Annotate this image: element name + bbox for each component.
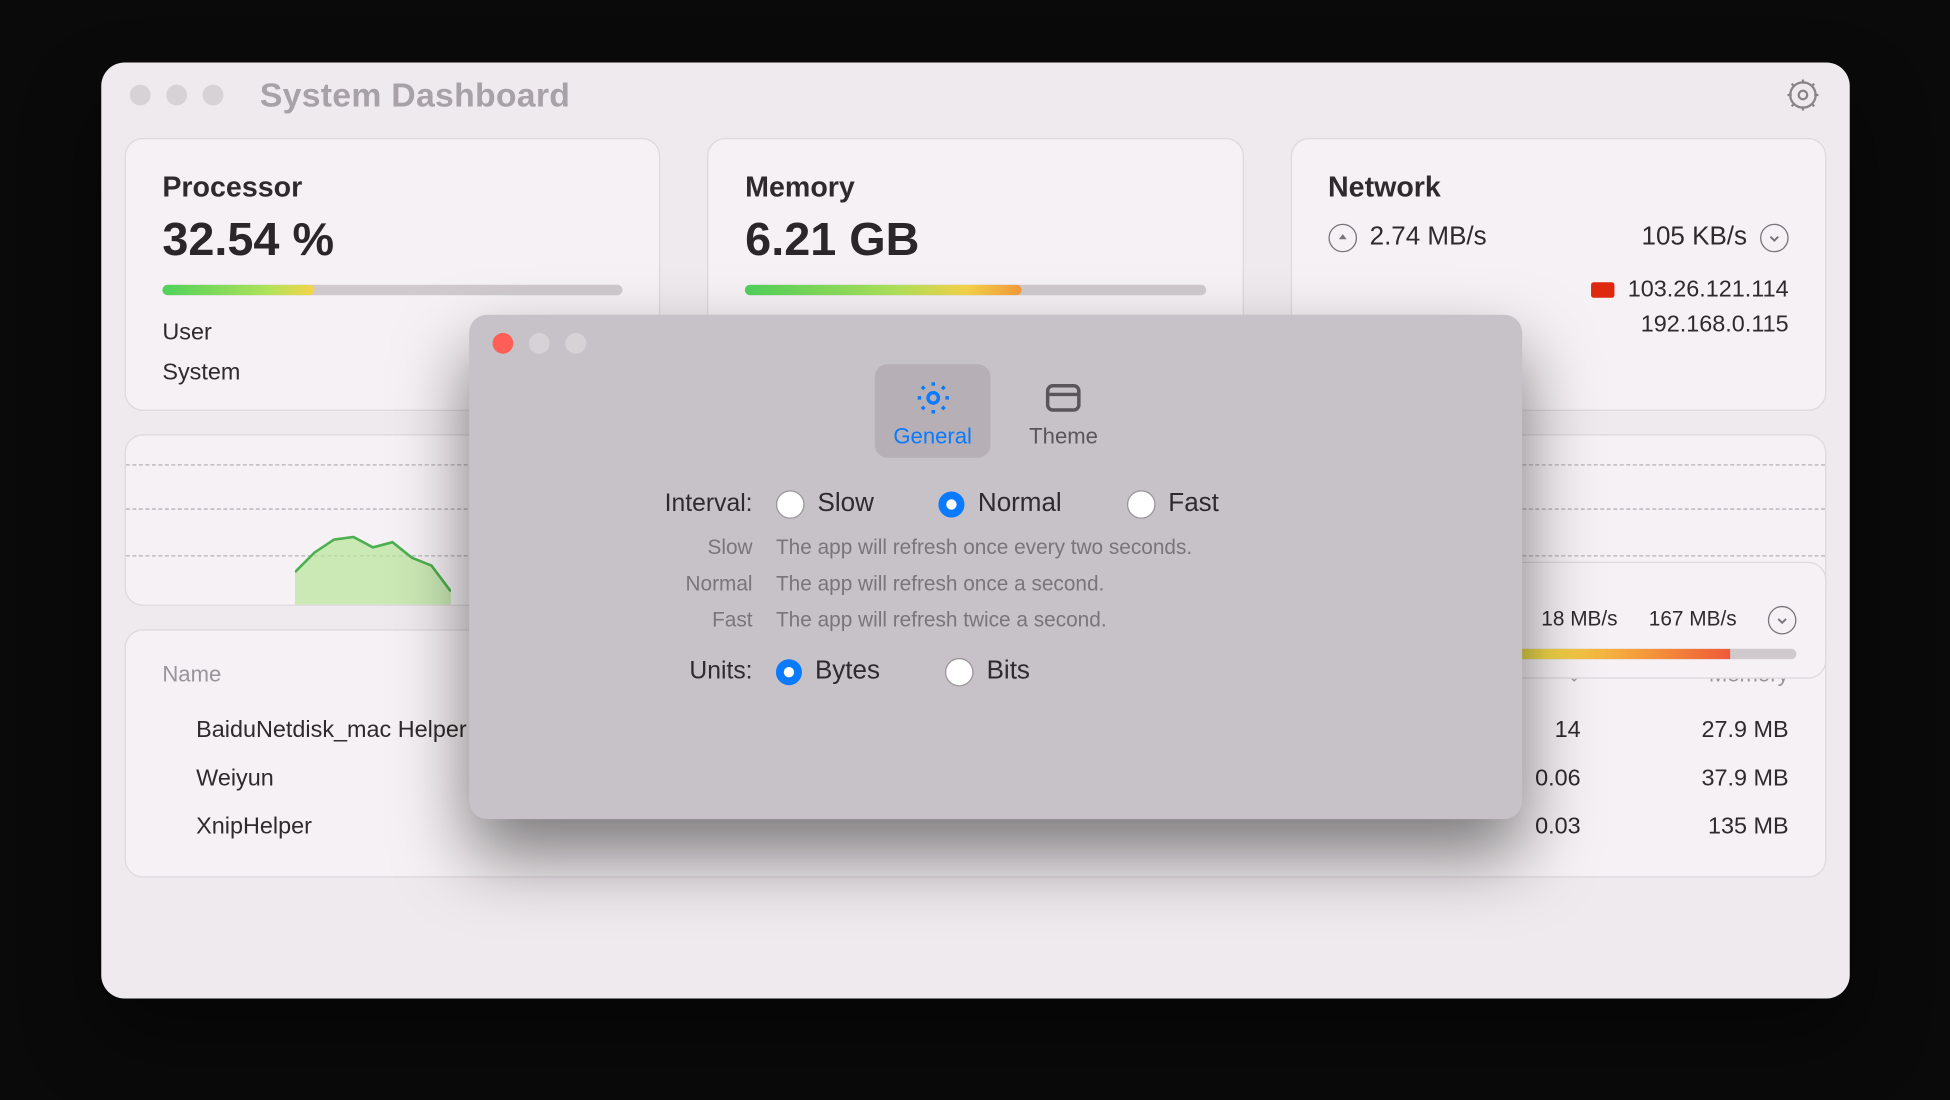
desc-val: The app will refresh once every two seco… [775,537,1464,560]
radio-icon [944,657,973,686]
tab-general[interactable]: General [875,364,990,458]
option-label: Normal [977,489,1061,519]
close-icon[interactable] [129,85,150,106]
processor-bar [162,285,623,295]
option-label: Bits [986,657,1029,687]
tab-label: Theme [1029,424,1098,450]
flag-icon [1591,282,1614,298]
page-title: System Dashboard [259,75,569,115]
main-titlebar: System Dashboard [101,63,1850,128]
radio-icon [1126,490,1155,519]
process-mem: 27.9 MB [1580,716,1788,743]
settings-button[interactable] [1784,77,1820,113]
gear-icon [911,377,953,419]
units-label: Units: [526,657,752,686]
traffic-lights [129,85,223,106]
option-label: Bytes [814,657,879,687]
units-bytes-option[interactable]: Bytes [775,657,879,687]
gear-icon [1786,78,1820,112]
desc-key: Fast [526,610,752,633]
tab-label: General [893,424,972,450]
processor-value: 32.54 % [162,212,623,267]
download-rate: 105 KB/s [1641,222,1747,252]
memory-bar [745,285,1206,295]
zoom-icon[interactable] [202,85,223,106]
zoom-icon[interactable] [565,333,586,354]
upload-rate: 2.74 MB/s [1369,222,1486,252]
desc-key: Normal [526,573,752,596]
units-bits-option[interactable]: Bits [944,657,1029,687]
disk-write-rate: 167 MB/s [1648,609,1736,632]
interval-fast-option[interactable]: Fast [1126,489,1218,519]
disk-read-rate: 18 MB/s [1541,609,1617,632]
interval-label: Interval: [526,490,752,519]
upload-icon [1328,223,1357,252]
desc-val: The app will refresh once a second. [775,573,1464,596]
preferences-window: General Theme Interval: Slow Normal [469,315,1522,819]
local-ip: 192.168.0.115 [1640,311,1788,338]
public-ip: 103.26.121.114 [1627,276,1788,303]
processor-title: Processor [162,170,623,204]
interval-normal-option[interactable]: Normal [938,489,1061,519]
chevron-down-icon[interactable] [1767,606,1796,635]
window-icon [1042,377,1084,419]
minimize-icon[interactable] [166,85,187,106]
option-label: Slow [817,489,873,519]
desc-key: Slow [526,537,752,560]
memory-value: 6.21 GB [745,212,1206,267]
network-title: Network [1328,170,1789,204]
desc-val: The app will refresh twice a second. [775,610,1464,633]
chevron-down-icon[interactable] [1760,223,1789,252]
memory-title: Memory [745,170,1206,204]
radio-checked-icon [938,491,964,517]
tab-theme[interactable]: Theme [1010,364,1115,458]
option-label: Fast [1168,489,1219,519]
cpu-sparkline [294,514,450,605]
interval-slow-option[interactable]: Slow [775,489,873,519]
process-mem: 37.9 MB [1580,765,1788,792]
interval-descriptions: Slow The app will refresh once every two… [526,537,1465,633]
process-mem: 135 MB [1580,813,1788,840]
close-icon[interactable] [492,333,513,354]
radio-icon [775,490,804,519]
minimize-icon[interactable] [528,333,549,354]
radio-checked-icon [775,659,801,685]
